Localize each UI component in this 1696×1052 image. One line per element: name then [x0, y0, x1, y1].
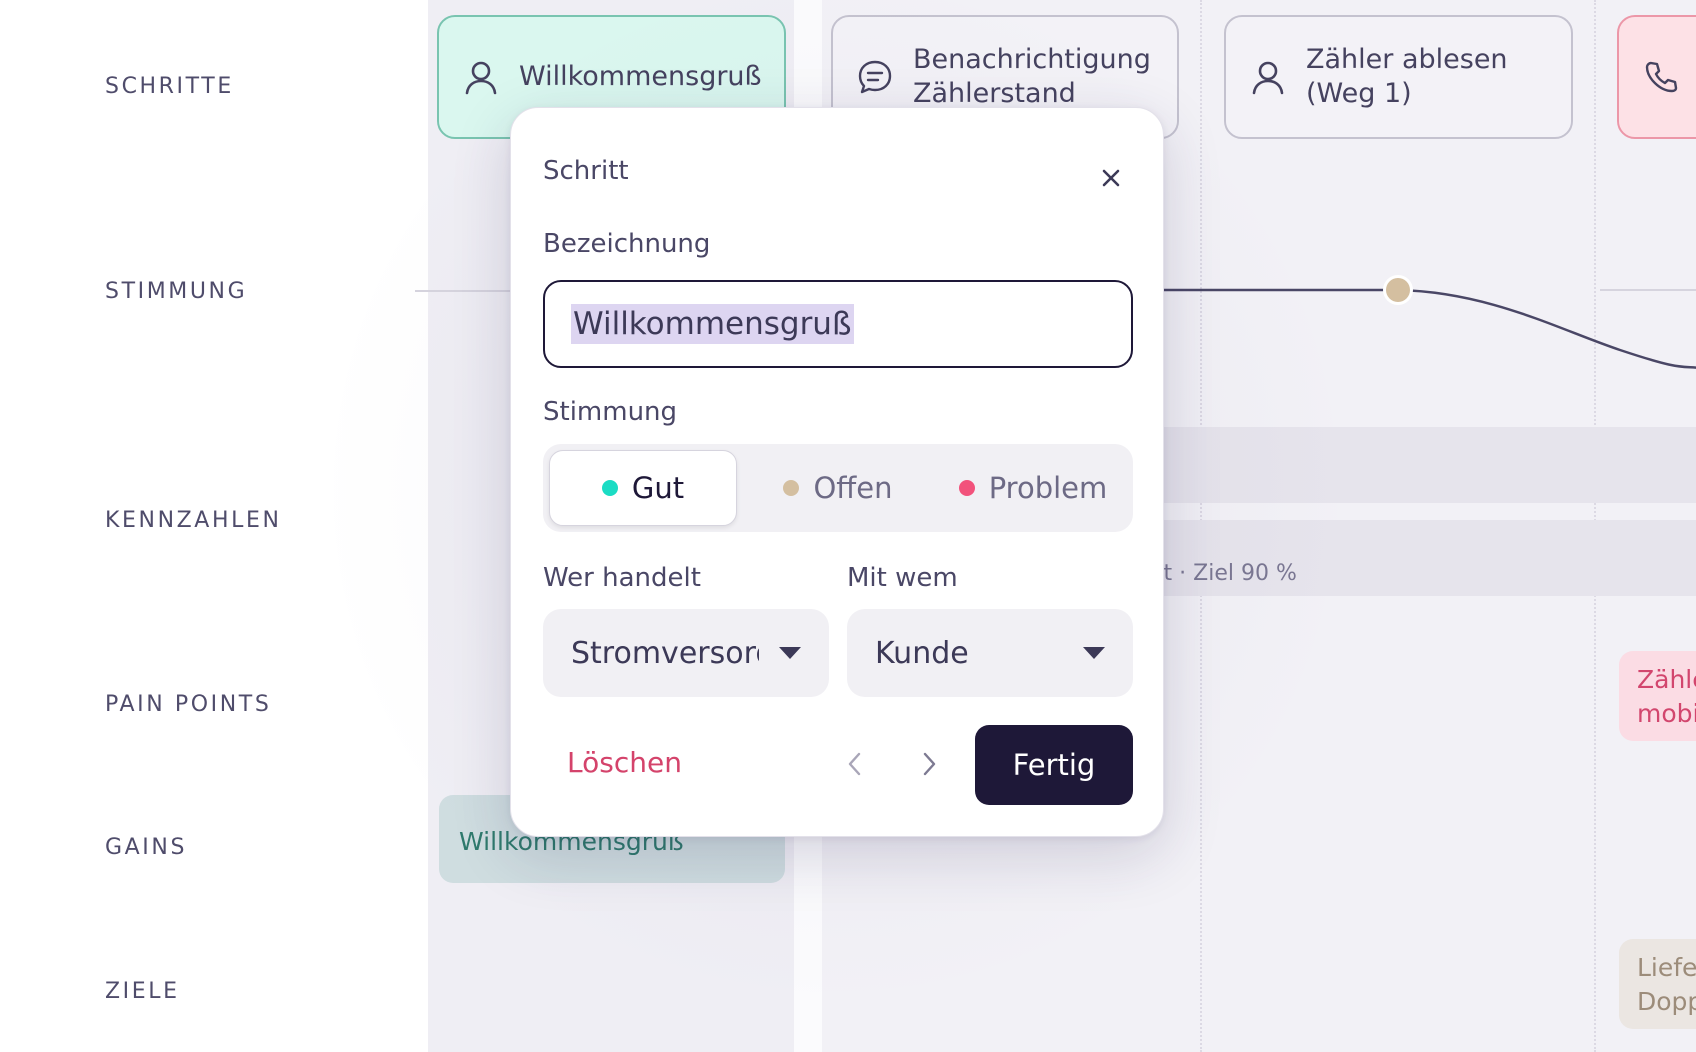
name-input-value: Willkommensgruß [571, 304, 854, 344]
close-icon [1102, 169, 1120, 187]
mood-option-gut[interactable]: Gut [549, 450, 737, 526]
with-select-value: Kunde [875, 635, 969, 671]
actor-select-value: Stromversorger [571, 635, 759, 671]
mood-option-label: Problem [988, 471, 1108, 505]
actor-label: Wer handelt [543, 563, 701, 593]
delete-button[interactable]: Löschen [567, 746, 682, 779]
mood-option-label: Offen [813, 471, 893, 505]
mood-point-offen [1386, 278, 1410, 302]
goal-chip[interactable]: Liefer Dopp [1619, 939, 1696, 1029]
done-button[interactable]: Fertig [975, 725, 1133, 805]
mood-option-offen[interactable]: Offen [741, 450, 935, 526]
dialog-title: Schritt [543, 156, 629, 186]
caret-down-icon [1083, 647, 1105, 659]
good-dot-icon [601, 480, 618, 496]
mood-label: Stimmung [543, 397, 678, 427]
actor-select[interactable]: Stromversorger [543, 609, 829, 697]
mood-segmented-control: Gut Offen Problem [543, 444, 1133, 532]
next-step-button[interactable] [899, 724, 959, 804]
problem-dot-icon [958, 480, 975, 496]
chevron-right-icon [923, 752, 936, 776]
step-dialog: Schritt Bezeichnung Willkommensgruß Stim… [510, 107, 1164, 837]
caret-down-icon [779, 647, 801, 659]
kpi-text: et · Ziel 90 % [1150, 561, 1297, 586]
previous-step-button[interactable] [825, 724, 885, 804]
mood-option-label: Gut [631, 471, 685, 505]
chevron-left-icon [848, 752, 861, 776]
name-label: Bezeichnung [543, 229, 711, 259]
with-select[interactable]: Kunde [847, 609, 1133, 697]
with-label: Mit wem [847, 563, 958, 593]
mood-option-problem[interactable]: Problem [939, 450, 1127, 526]
pain-point-chip[interactable]: Zähle mobi [1619, 651, 1696, 741]
name-input[interactable]: Willkommensgruß [543, 280, 1133, 368]
close-button[interactable] [1085, 152, 1137, 204]
kpi-bar [1160, 427, 1696, 503]
open-dot-icon [783, 480, 800, 496]
